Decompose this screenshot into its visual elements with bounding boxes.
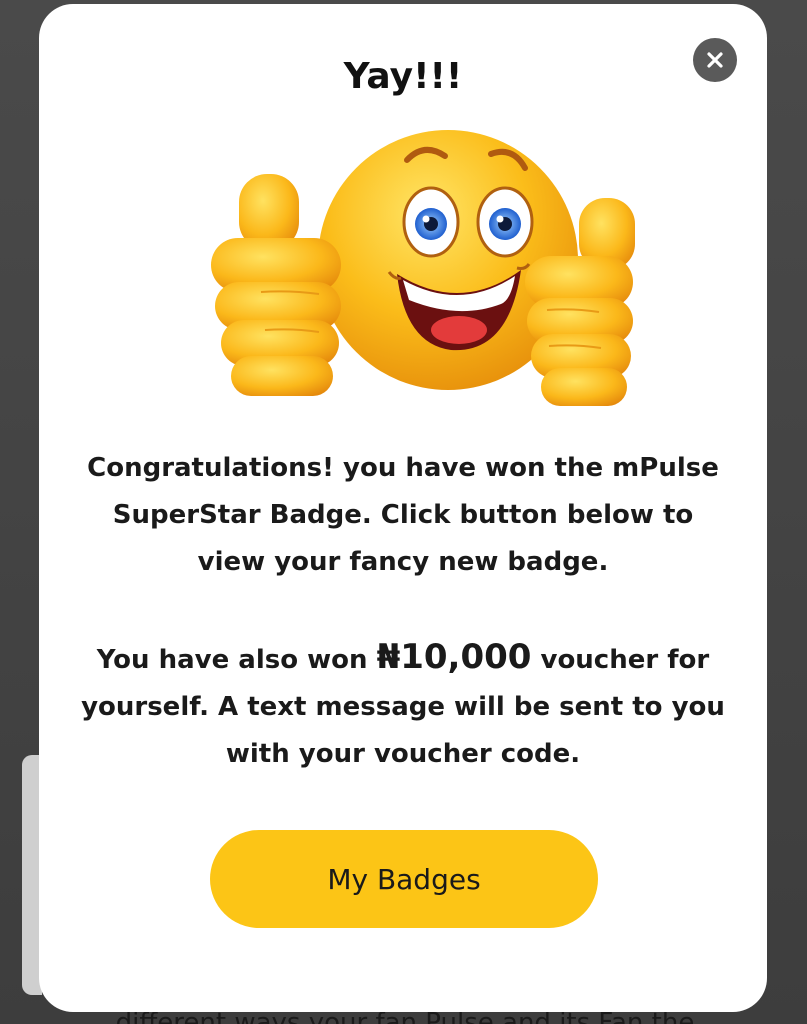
my-badges-button[interactable]: My Badges xyxy=(210,830,598,928)
badge-message: Congratulations! you have won the mPulse… xyxy=(87,453,719,577)
dialog-title: Yay!!! xyxy=(343,56,463,97)
voucher-message-prefix: You have also won xyxy=(96,645,377,675)
thumbs-up-smiley-icon xyxy=(211,130,635,406)
voucher-message: You have also won ₦10,000 voucher for yo… xyxy=(79,634,727,778)
background-text: different ways your fan Pulse and its Fa… xyxy=(40,1010,770,1024)
voucher-amount: ₦10,000 xyxy=(376,637,532,677)
congratulations-dialog: Yay!!! Congratulations! you have won the… xyxy=(39,4,767,1012)
